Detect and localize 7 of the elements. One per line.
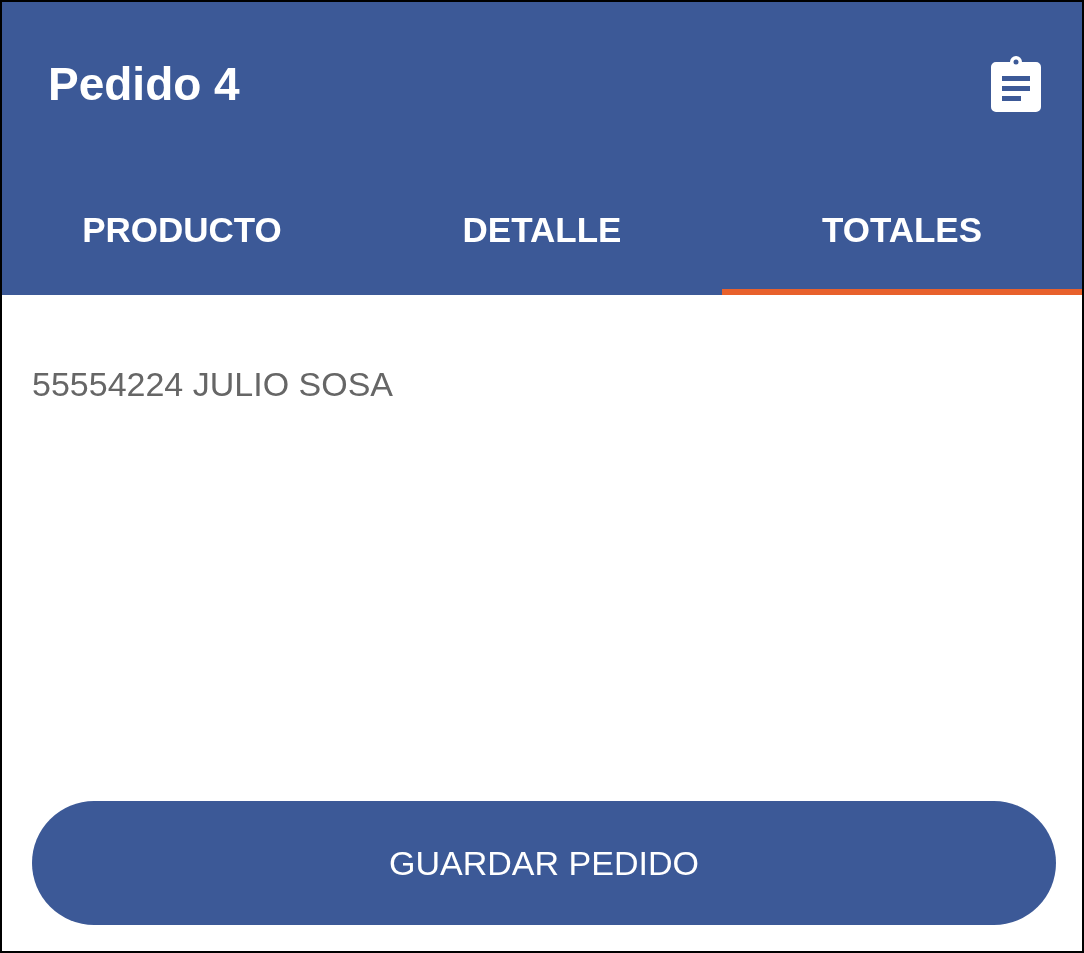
app-title: Pedido 4	[48, 57, 240, 111]
tab[interactable]: DETALLE	[362, 166, 722, 295]
customer-label: 55554224 JULIO SOSA	[32, 365, 394, 404]
save-order-button[interactable]: GUARDAR PEDIDO	[32, 801, 1056, 925]
tab[interactable]: TOTALES	[722, 166, 1082, 295]
clipboard-icon[interactable]	[990, 56, 1042, 112]
tab[interactable]: PRODUCTO	[2, 166, 362, 295]
